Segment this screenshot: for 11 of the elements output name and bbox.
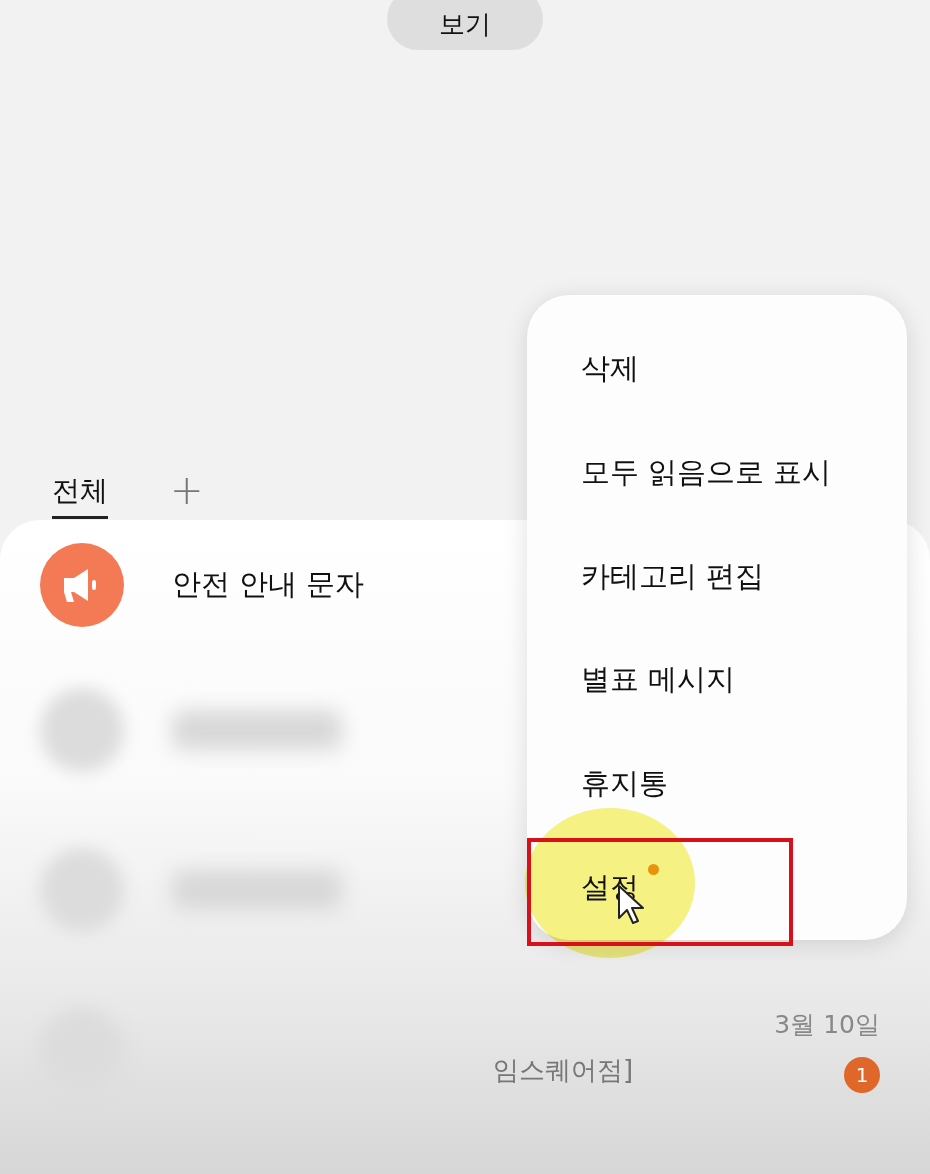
- view-button[interactable]: 보기: [387, 0, 543, 50]
- menu-item[interactable]: 별표 메시지: [527, 628, 907, 733]
- menu-item[interactable]: 삭제: [527, 317, 907, 421]
- message-date: 3월 10일: [774, 1008, 880, 1041]
- message-preview: 임스퀘어점]: [493, 1053, 634, 1087]
- menu-item[interactable]: 휴지통: [527, 732, 907, 837]
- menu-item[interactable]: 카테고리 편집: [527, 524, 907, 629]
- add-category-button[interactable]: +: [170, 467, 204, 523]
- unread-count: 1: [844, 1056, 880, 1093]
- conversation-name[interactable]: 안전 안내 문자: [172, 565, 365, 605]
- menu-item[interactable]: 모두 읽음으로 표시: [527, 420, 907, 525]
